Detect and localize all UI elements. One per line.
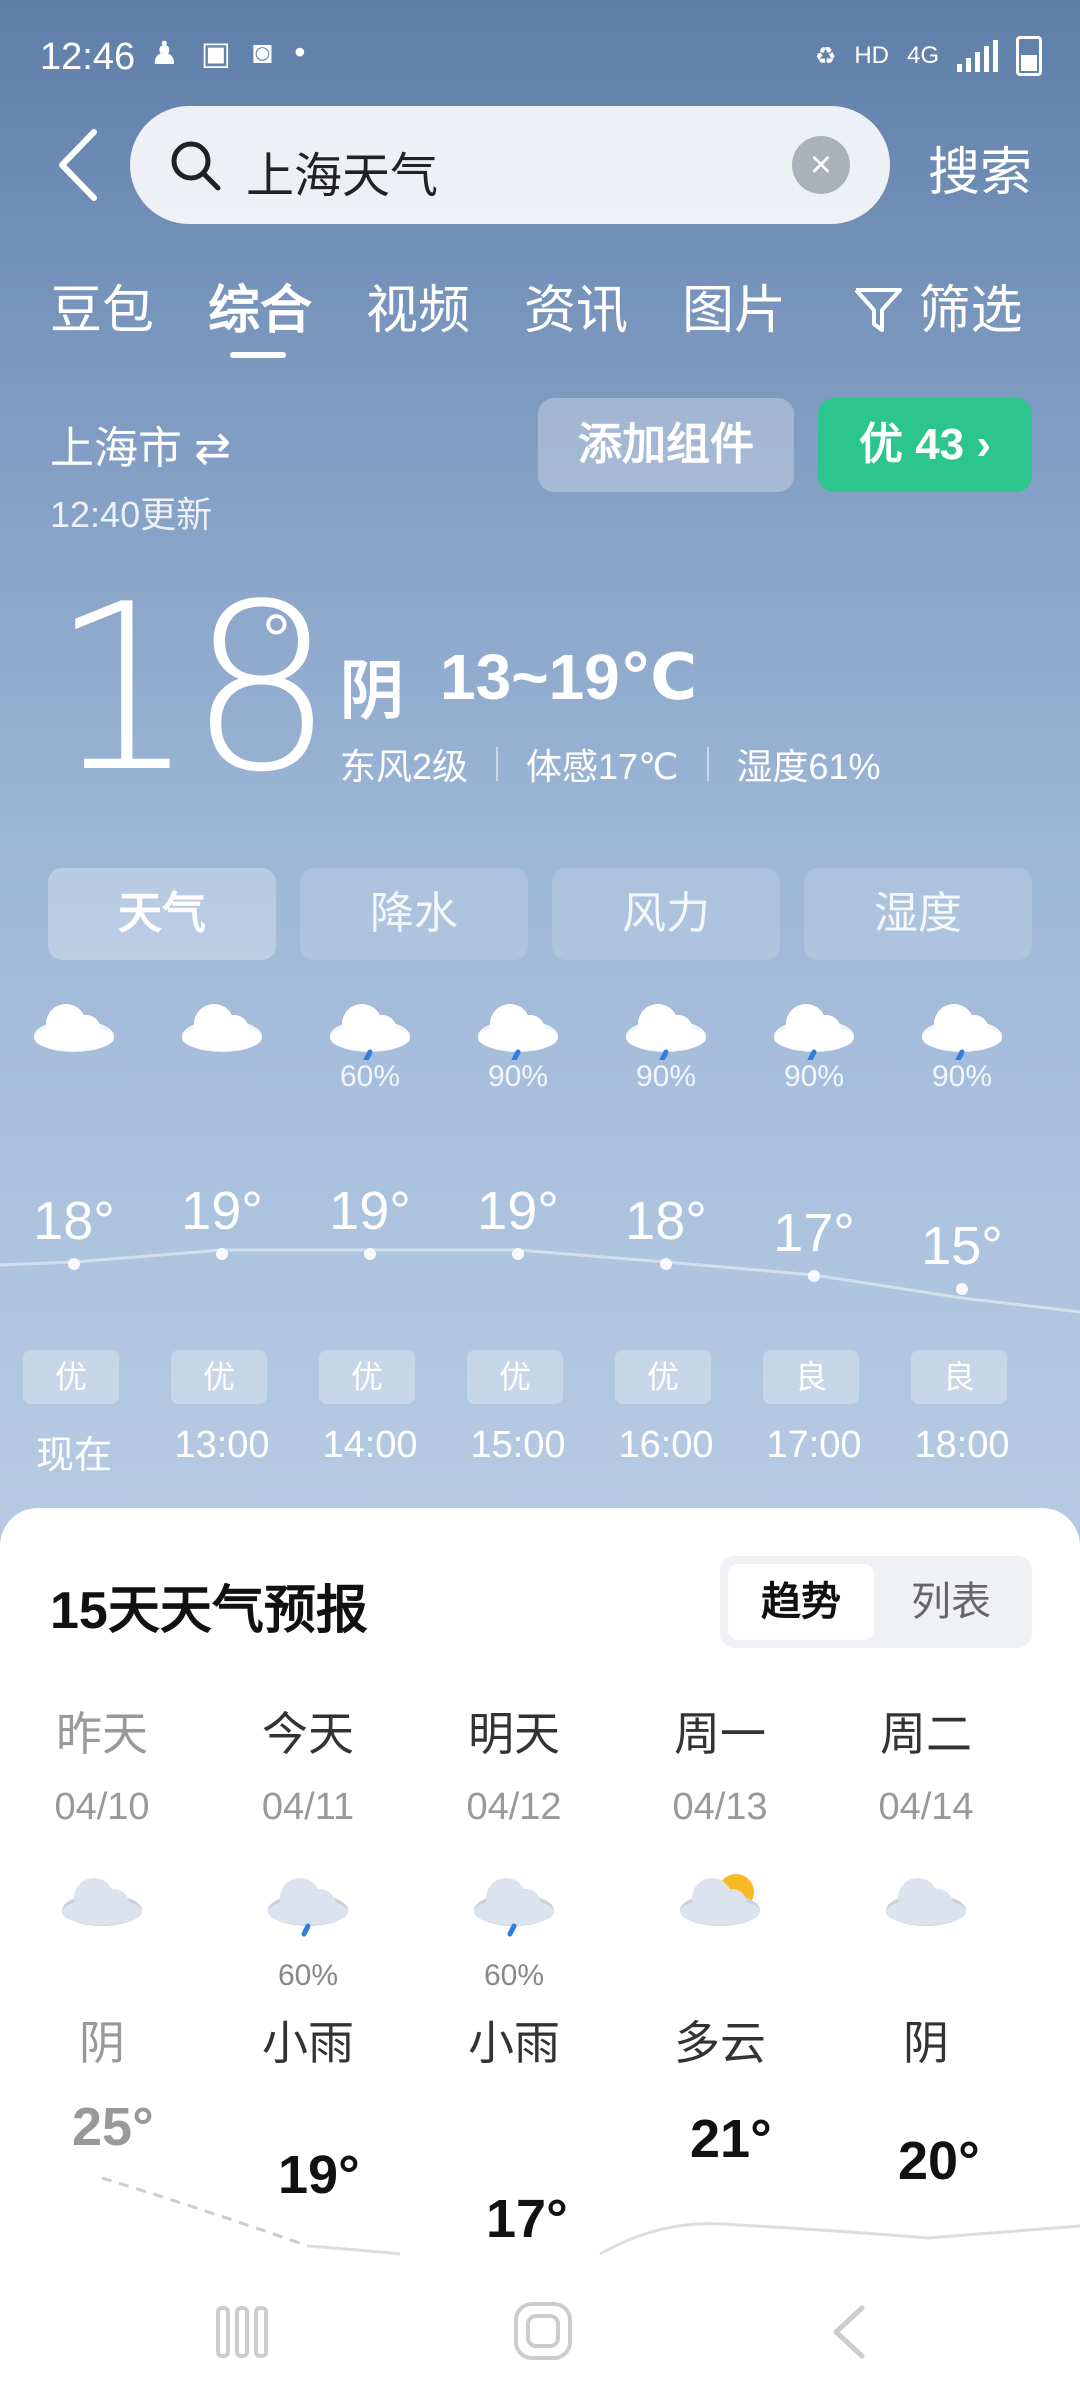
day-high-temp: 17° — [486, 2189, 568, 2249]
rain-cloud-icon — [912, 990, 1012, 1063]
hourly-item[interactable]: 90% 18° 优 16:00 — [592, 990, 740, 1466]
temp-point — [808, 1270, 820, 1282]
hourly-temp: 15° — [921, 1216, 1003, 1276]
hourly-temp: 17° — [773, 1203, 855, 1263]
hourly-time: 17:00 — [766, 1424, 862, 1466]
hourly-time: 15:00 — [470, 1424, 566, 1466]
temp-point — [364, 1248, 376, 1260]
hourly-temp: 19° — [477, 1181, 559, 1241]
hourly-item[interactable]: 90% 19° 优 15:00 — [444, 990, 592, 1466]
precip-chance — [0, 1060, 148, 1100]
hourly-item[interactable]: 60% 19° 优 14:00 — [296, 990, 444, 1466]
precip-chance: 90% — [783, 1060, 845, 1093]
navigation-bar — [0, 2270, 1080, 2400]
hourly-temp: 19° — [329, 1181, 411, 1241]
hourly-time: 现在 — [35, 1435, 112, 1477]
day-high-temp: 19° — [278, 2145, 360, 2205]
precip-chance: 90% — [635, 1060, 697, 1093]
aqi-badge: 优 — [23, 1350, 119, 1404]
hourly-time: 16:00 — [618, 1424, 714, 1466]
rain-cloud-icon — [616, 990, 716, 1063]
hourly-temp: 19° — [181, 1181, 263, 1241]
temp-point — [512, 1248, 524, 1260]
temp-point — [660, 1258, 672, 1270]
day-high-temp: 21° — [690, 2109, 772, 2169]
precip-chance: 90% — [931, 1060, 993, 1093]
rain-cloud-icon — [320, 990, 420, 1063]
day-high-temp: 25° — [72, 2097, 154, 2157]
precip-chance: 90% — [487, 1060, 549, 1093]
temp-point — [956, 1283, 968, 1295]
hourly-temp: 18° — [33, 1191, 115, 1251]
hourly-temp: 18° — [625, 1191, 707, 1251]
temp-point — [68, 1258, 80, 1270]
rain-cloud-icon — [764, 990, 864, 1063]
aqi-badge: 良 — [763, 1350, 859, 1404]
recents-icon[interactable] — [214, 2302, 270, 2362]
aqi-badge: 优 — [615, 1350, 711, 1404]
day-high-temp: 20° — [898, 2131, 980, 2191]
aqi-badge: 优 — [171, 1350, 267, 1404]
cloud-icon — [172, 990, 272, 1060]
hourly-time: 13:00 — [174, 1424, 270, 1466]
precip-chance: 60% — [339, 1060, 401, 1093]
forecast-sheet: 15天天气预报 趋势 列表 昨天 04/10 阴 今天 04/11 60% 小雨… — [0, 1508, 1080, 2400]
home-icon[interactable] — [512, 2300, 574, 2362]
rain-cloud-icon — [468, 990, 568, 1063]
hourly-item[interactable]: 19° 优 13:00 — [148, 990, 296, 1466]
aqi-badge: 良 — [911, 1350, 1007, 1404]
hourly-item[interactable]: 90% 15° 良 18:00 — [888, 990, 1036, 1466]
hourly-item[interactable]: 18° 优 现在 — [0, 990, 148, 1477]
aqi-badge: 优 — [319, 1350, 415, 1404]
precip-chance — [148, 1060, 296, 1100]
hourly-time: 18:00 — [914, 1424, 1010, 1466]
cloud-icon — [24, 990, 124, 1060]
hourly-item[interactable]: 90% 17° 良 17:00 — [740, 990, 888, 1466]
nav-back-icon[interactable] — [826, 2302, 870, 2362]
hourly-time: 14:00 — [322, 1424, 418, 1466]
aqi-badge: 优 — [467, 1350, 563, 1404]
temp-point — [216, 1248, 228, 1260]
